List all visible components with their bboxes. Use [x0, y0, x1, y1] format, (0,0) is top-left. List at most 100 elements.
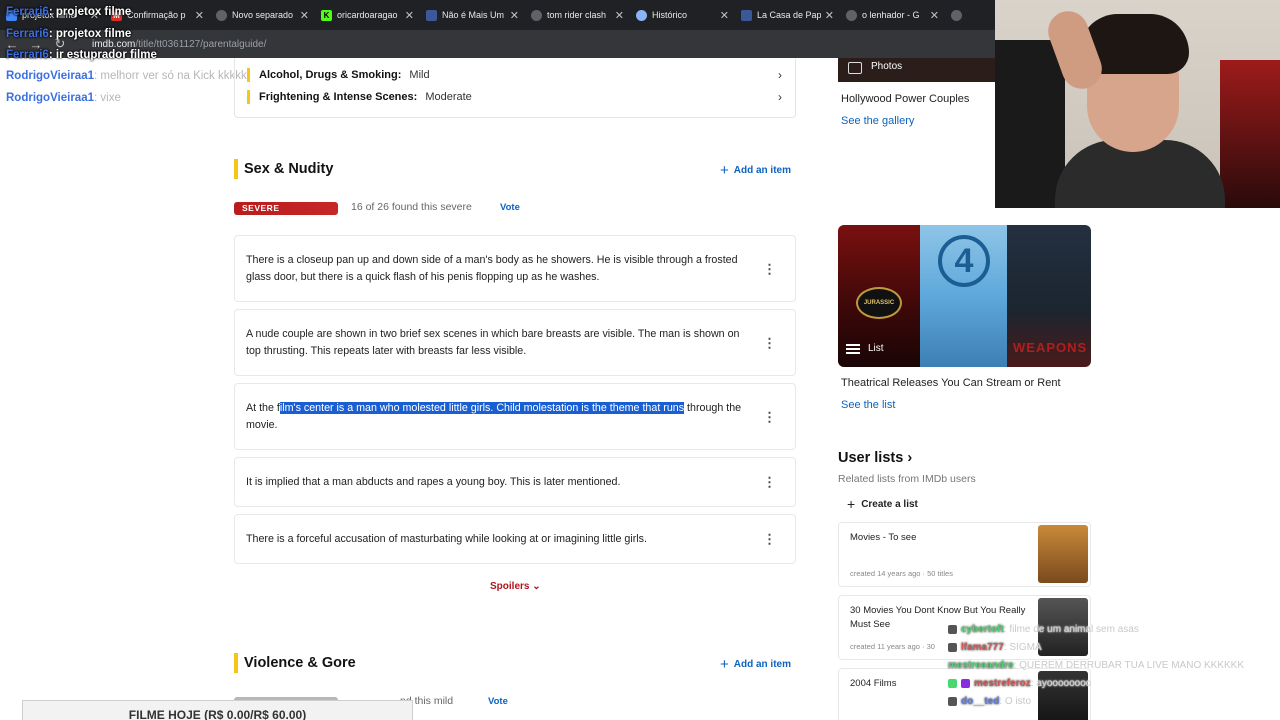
- chat-message: RodrigoVieiraa1: vixe: [6, 92, 121, 104]
- user-lists-title[interactable]: User lists ›: [838, 450, 912, 466]
- screen: { "browser": { "tabs": [ {"label": "proj…: [0, 0, 1280, 720]
- chat-message: lfama777: SIGMA: [948, 642, 1042, 653]
- plus-icon: +: [720, 656, 729, 673]
- ratings-card: [234, 58, 796, 118]
- section-accent-bar: [234, 653, 238, 673]
- kick-icon: K: [321, 9, 332, 21]
- chrome-icon: [531, 9, 542, 21]
- chevron-right-icon[interactable]: ›: [778, 90, 782, 104]
- photos-icon: [848, 62, 862, 74]
- rating-row-frightening[interactable]: Frightening & Intense Scenes: Moderate ›: [247, 90, 782, 104]
- browser-tab[interactable]: La Casa de Pap ✕: [735, 0, 840, 30]
- close-icon[interactable]: ✕: [825, 9, 834, 22]
- goal-bar: FILME HOJE (R$ 0.00/R$ 60.00): [22, 700, 413, 720]
- close-icon[interactable]: ✕: [720, 9, 729, 22]
- section-title-violence-gore: Violence & Gore: [234, 653, 356, 673]
- create-list-button[interactable]: + Create a list: [847, 496, 918, 512]
- severity-bar: [247, 90, 250, 104]
- plus-icon: +: [720, 162, 729, 179]
- more-options-icon[interactable]: ⋮: [763, 336, 776, 349]
- list-thumbnail: [1038, 525, 1088, 583]
- section-title-sex-nudity: Sex & Nudity: [234, 159, 333, 179]
- guide-entry: There is a forceful accusation of mastur…: [234, 514, 796, 564]
- guide-entry: A nude couple are shown in two brief sex…: [234, 309, 796, 376]
- browser-tab[interactable]: Histórico ✕: [630, 0, 735, 30]
- history-icon: [636, 9, 647, 21]
- close-icon[interactable]: ✕: [195, 9, 204, 22]
- vote-button[interactable]: Vote: [488, 696, 508, 707]
- browser-tab[interactable]: tom rider clash ✕: [525, 0, 630, 30]
- browser-tab-bar: projetox filme ✕ M Confirmação p ✕ Novo sep…: [0, 0, 995, 30]
- browser-tab[interactable]: o lenhador - G ✕: [840, 0, 945, 30]
- chrome-icon: [951, 9, 962, 21]
- spoilers-toggle[interactable]: Spoilers ⌄: [490, 581, 541, 592]
- chat-message: mestreeandre: QUEREM DERRUBAR TUA LIVE M…: [948, 660, 1245, 671]
- google-icon: [846, 9, 857, 21]
- guide-entry: There is a closeup pan up and down side …: [234, 235, 796, 302]
- browser-tab[interactable]: Koricardoaragao ✕: [315, 0, 420, 30]
- add-item-button[interactable]: + Add an item: [720, 162, 791, 179]
- fantastic-four-logo: 4: [938, 235, 990, 287]
- selected-text: ilm's center is a man who molested littl…: [279, 401, 685, 414]
- chevron-down-icon: ⌄: [532, 581, 541, 592]
- close-icon[interactable]: ✕: [615, 9, 624, 22]
- chat-message: cybertoft: filme de um animal sem asas: [948, 624, 1139, 635]
- photos-thumbnail[interactable]: Photos: [838, 58, 995, 82]
- severity-vote-count: 16 of 26 found this severe: [351, 201, 472, 213]
- close-icon[interactable]: ✕: [405, 9, 414, 22]
- vote-button[interactable]: Vote: [500, 202, 520, 213]
- more-options-icon[interactable]: ⋮: [763, 410, 776, 423]
- webcam-chair: [1220, 60, 1280, 208]
- see-list-link[interactable]: See the list: [841, 399, 895, 411]
- browser-tab[interactable]: [945, 0, 975, 30]
- badge-icon: [948, 624, 957, 634]
- guide-entry: It is implied that a man abducts and rap…: [234, 457, 796, 507]
- user-lists-subtitle: Related lists from IMDb users: [838, 473, 976, 485]
- close-icon[interactable]: ✕: [300, 9, 309, 22]
- chat-message: Ferrari6: ir estuprador filme: [6, 49, 157, 61]
- list-badge: List: [846, 343, 884, 354]
- gallery-title[interactable]: Hollywood Power Couples: [841, 93, 969, 105]
- severity-badge: SEVERE: [234, 202, 338, 215]
- chat-message: Ferrari6: projetox filme: [6, 6, 132, 18]
- more-options-icon[interactable]: ⋮: [763, 476, 776, 489]
- badge-icon: [948, 642, 957, 652]
- chat-message: do__ted: O isto: [948, 696, 1031, 707]
- poster-fantastic-four: 4: [920, 225, 1007, 367]
- close-icon[interactable]: ✕: [930, 9, 939, 22]
- user-list-card[interactable]: Movies - To see created 14 years ago · 5…: [838, 522, 1091, 587]
- chevron-right-icon: ›: [907, 450, 913, 466]
- webcam-chair: [995, 40, 1065, 208]
- webcam-feed: [995, 0, 1280, 208]
- jurassic-world-logo: JURASSIC: [856, 287, 902, 319]
- list-icon: [846, 343, 860, 354]
- list-title[interactable]: Theatrical Releases You Can Stream or Re…: [841, 377, 1061, 389]
- chat-message: mestreferoz: ayoooooooo: [948, 678, 1091, 689]
- page-icon: [426, 9, 437, 21]
- close-icon[interactable]: ✕: [510, 9, 519, 22]
- more-options-icon[interactable]: ⋮: [763, 533, 776, 546]
- add-item-button[interactable]: + Add an item: [720, 656, 791, 673]
- see-gallery-link[interactable]: See the gallery: [841, 115, 914, 127]
- plus-icon: +: [847, 496, 856, 512]
- guide-entry: At the film's center is a man who molest…: [234, 383, 796, 450]
- url-field[interactable]: imdb.com/title/tt0361127/parentalguide/: [92, 39, 266, 50]
- chat-message: Ferrari6: projetox filme: [6, 28, 132, 40]
- badge-icon: [961, 678, 970, 688]
- page-icon: [741, 9, 752, 21]
- chrome-icon: [216, 9, 227, 21]
- rating-row-alcohol[interactable]: Alcohol, Drugs & Smoking: Mild ›: [247, 68, 782, 82]
- more-options-icon[interactable]: ⋮: [763, 262, 776, 275]
- section-accent-bar: [234, 159, 238, 179]
- badge-icon: [948, 678, 957, 688]
- poster-weapons: WEAPONS: [1007, 225, 1091, 367]
- chat-message: RodrigoVieiraa1: melhorr ver só na Kick …: [6, 70, 247, 82]
- chevron-right-icon[interactable]: ›: [778, 68, 782, 82]
- browser-tab[interactable]: Novo separado ✕: [210, 0, 315, 30]
- entry-text: At the film's center is a man who molest…: [246, 401, 742, 431]
- badge-icon: [948, 696, 957, 706]
- severity-bar: [247, 68, 250, 82]
- weapons-title-art: WEAPONS: [1013, 340, 1088, 355]
- user-list-card[interactable]: 2004 Films: [838, 668, 1091, 720]
- browser-tab[interactable]: Não é Mais Um ✕: [420, 0, 525, 30]
